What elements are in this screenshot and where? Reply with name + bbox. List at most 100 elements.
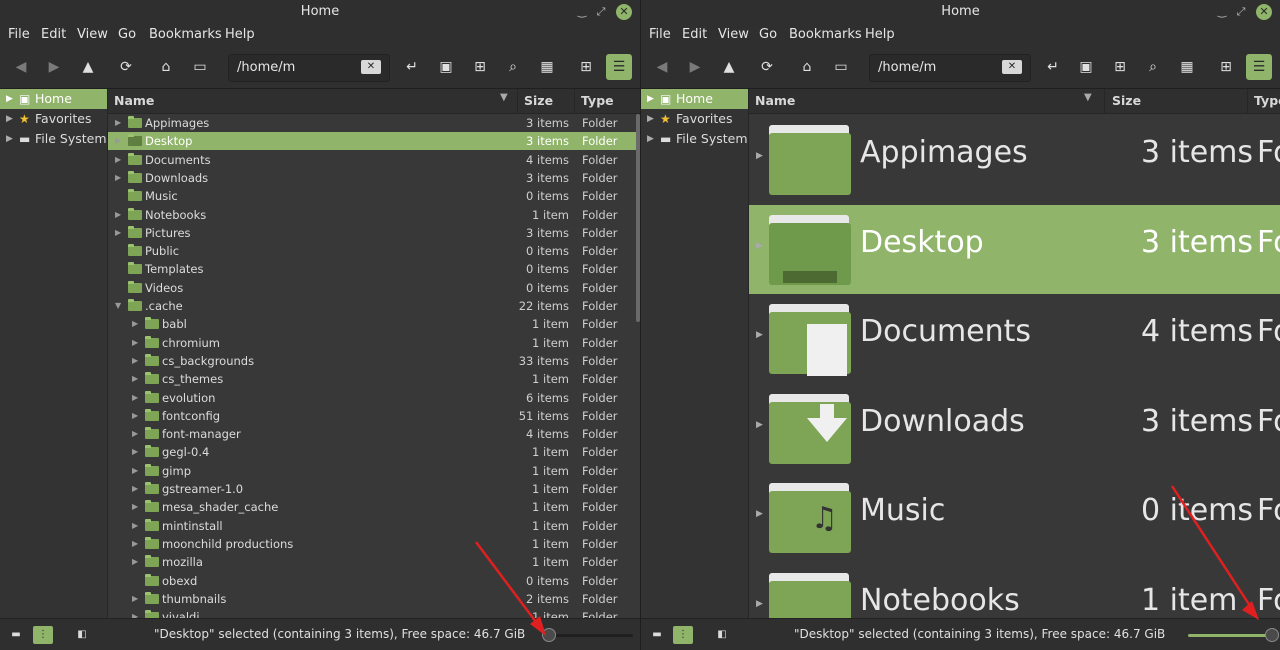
clear-location-icon[interactable]: ✕ (361, 60, 381, 74)
terminal-icon[interactable]: ▣ (1073, 54, 1099, 80)
table-row[interactable]: ▶ Desktop 3 itemsFolder (749, 204, 1280, 294)
show-treeview-icon[interactable]: ⋮ (33, 626, 53, 644)
back-icon[interactable]: ◀ (649, 54, 675, 80)
table-row[interactable]: ▶ Downloads 3 items Folder (108, 169, 640, 187)
sidebar-item-file-system[interactable]: ▶ ▬ File System (641, 129, 748, 149)
chevron-right-icon[interactable]: ▶ (132, 389, 138, 407)
column-size[interactable]: Size (524, 93, 553, 108)
location-input[interactable] (878, 58, 996, 76)
table-row[interactable]: ▶Appimages3 itemsFolder (108, 114, 640, 132)
chevron-right-icon[interactable]: ▶ (756, 509, 763, 519)
location-bar[interactable]: ✕ (869, 54, 1031, 82)
menu-help[interactable]: Help (225, 27, 255, 42)
table-row[interactable]: ▶ moonchild productions 1 item Folder (108, 535, 640, 553)
terminal-icon[interactable]: ▣ (433, 54, 459, 80)
grid-view-icon[interactable]: ⊞ (573, 54, 599, 80)
table-row[interactable]: ▼ .cache 22 items Folder (108, 297, 640, 315)
chevron-right-icon[interactable]: ▶ (756, 330, 763, 340)
table-row[interactable]: Public 0 items Folder (108, 242, 640, 260)
menu-go[interactable]: Go (118, 27, 136, 42)
table-row[interactable]: ▶ gimp 1 item Folder (108, 462, 640, 480)
chevron-right-icon[interactable]: ▶ (132, 553, 138, 571)
chevron-right-icon[interactable]: ▶ (756, 420, 763, 430)
chevron-right-icon[interactable]: ▶ (132, 315, 138, 333)
chevron-down-icon[interactable]: ▼ (115, 297, 121, 315)
chevron-right-icon[interactable]: ▶ (132, 480, 138, 498)
menu-file[interactable]: File (8, 27, 30, 42)
computer-icon[interactable]: ▭ (828, 54, 854, 80)
maximize-button[interactable]: ⤢ (1233, 4, 1249, 20)
new-folder-icon[interactable]: ⊞ (467, 54, 493, 80)
chevron-right-icon[interactable]: ▶ (132, 443, 138, 461)
chevron-right-icon[interactable]: ▶ (132, 370, 138, 388)
column-name[interactable]: Name (755, 93, 795, 108)
menu-file[interactable]: File (649, 27, 671, 42)
chevron-right-icon[interactable]: ▶ (115, 206, 121, 224)
home-icon[interactable]: ⌂ (153, 54, 179, 80)
image-view-icon[interactable]: ▦ (534, 54, 560, 80)
chevron-right-icon[interactable]: ▶ (756, 151, 763, 161)
table-row[interactable]: ▶ Notebooks 1 item Folder (108, 206, 640, 224)
table-row[interactable]: Music 0 items Folder (108, 187, 640, 205)
column-size[interactable]: Size (1112, 93, 1141, 108)
computer-icon[interactable]: ▭ (187, 54, 213, 80)
chevron-right-icon[interactable]: ▶ (132, 517, 138, 535)
chevron-right-icon[interactable]: ▶ (132, 334, 138, 352)
expand-icon[interactable]: ▶ (6, 109, 13, 129)
table-row[interactable]: ▶Documents4 itemsFolder (749, 294, 1280, 383)
column-name[interactable]: Name (114, 93, 154, 108)
clear-location-icon[interactable]: ✕ (1002, 60, 1022, 74)
show-places-icon[interactable]: ▬ (6, 626, 26, 644)
zoom-slider-knob[interactable] (1265, 628, 1279, 642)
new-folder-icon[interactable]: ⊞ (1107, 54, 1133, 80)
table-row[interactable]: obexd 0 items Folder (108, 572, 640, 590)
search-icon[interactable]: ⌕ (500, 54, 526, 80)
menu-bookmarks[interactable]: Bookmarks (789, 27, 862, 42)
table-row[interactable]: ▶ babl 1 item Folder (108, 315, 640, 333)
chevron-right-icon[interactable]: ▶ (132, 590, 138, 608)
table-row[interactable]: ▶ mozilla 1 item Folder (108, 553, 640, 571)
chevron-right-icon[interactable]: ▶ (115, 114, 121, 132)
expand-icon[interactable]: ▶ (647, 129, 654, 149)
table-row[interactable]: ▶ mesa_shader_cache 1 item Folder (108, 498, 640, 516)
sidebar-item-favorites[interactable]: ▶ ★ Favorites (641, 109, 748, 129)
forward-icon[interactable]: ▶ (41, 54, 67, 80)
menu-go[interactable]: Go (759, 27, 777, 42)
chevron-right-icon[interactable]: ▶ (132, 407, 138, 425)
table-row[interactable]: ▶ gegl-0.4 1 item Folder (108, 443, 640, 461)
list-view-icon[interactable]: ☰ (1246, 54, 1272, 80)
table-row[interactable]: ▶ mintinstall 1 item Folder (108, 517, 640, 535)
show-treeview-icon[interactable]: ⋮ (673, 626, 693, 644)
location-bar[interactable]: ✕ (228, 54, 390, 82)
minimize-button[interactable]: ‿ (574, 4, 590, 20)
show-places-icon[interactable]: ▬ (647, 626, 667, 644)
file-list-view[interactable]: Name ▼ Size Type ▶ Appimages 3 items Folder… (108, 89, 640, 619)
chevron-right-icon[interactable]: ▶ (132, 535, 138, 553)
close-button[interactable]: ✕ (1256, 4, 1272, 20)
column-type[interactable]: Type (1254, 93, 1280, 108)
table-row[interactable]: ▶ cs_themes 1 item Folder (108, 370, 640, 388)
sidebar-item-file-system[interactable]: ▶ ▬ File System (0, 129, 107, 149)
menu-edit[interactable]: Edit (682, 27, 707, 42)
table-row[interactable]: ▶Documents4 itemsFolder (108, 151, 640, 169)
table-row[interactable]: ▶Appimages3 itemsFolder (749, 115, 1280, 204)
sidebar-item-home[interactable]: ▶ ▣ Home (0, 89, 107, 109)
table-row[interactable]: ▶ thumbnails 2 items Folder (108, 590, 640, 608)
expand-icon[interactable]: ▶ (647, 109, 654, 129)
back-icon[interactable]: ◀ (8, 54, 34, 80)
location-input[interactable] (237, 58, 355, 76)
expand-icon[interactable]: ▶ (6, 129, 13, 149)
toggle-location-icon[interactable]: ↵ (399, 54, 425, 80)
sidebar-item-favorites[interactable]: ▶ ★ Favorites (0, 109, 107, 129)
close-button[interactable]: ✕ (616, 4, 632, 20)
zoom-slider-track[interactable] (548, 634, 633, 637)
chevron-right-icon[interactable]: ▶ (115, 224, 121, 242)
chevron-right-icon[interactable]: ▶ (756, 241, 763, 251)
table-row[interactable]: ▶ fontconfig 51 items Folder (108, 407, 640, 425)
up-icon[interactable]: ▲ (716, 54, 742, 80)
title-bar[interactable]: Home ‿ ⤢ ✕ (641, 0, 1280, 24)
table-row[interactable]: ▶ font-manager 4 items Folder (108, 425, 640, 443)
sort-arrow-icon[interactable]: ▼ (1084, 92, 1092, 103)
menu-help[interactable]: Help (865, 27, 895, 42)
table-row[interactable]: ▶ Pictures 3 items Folder (108, 224, 640, 242)
